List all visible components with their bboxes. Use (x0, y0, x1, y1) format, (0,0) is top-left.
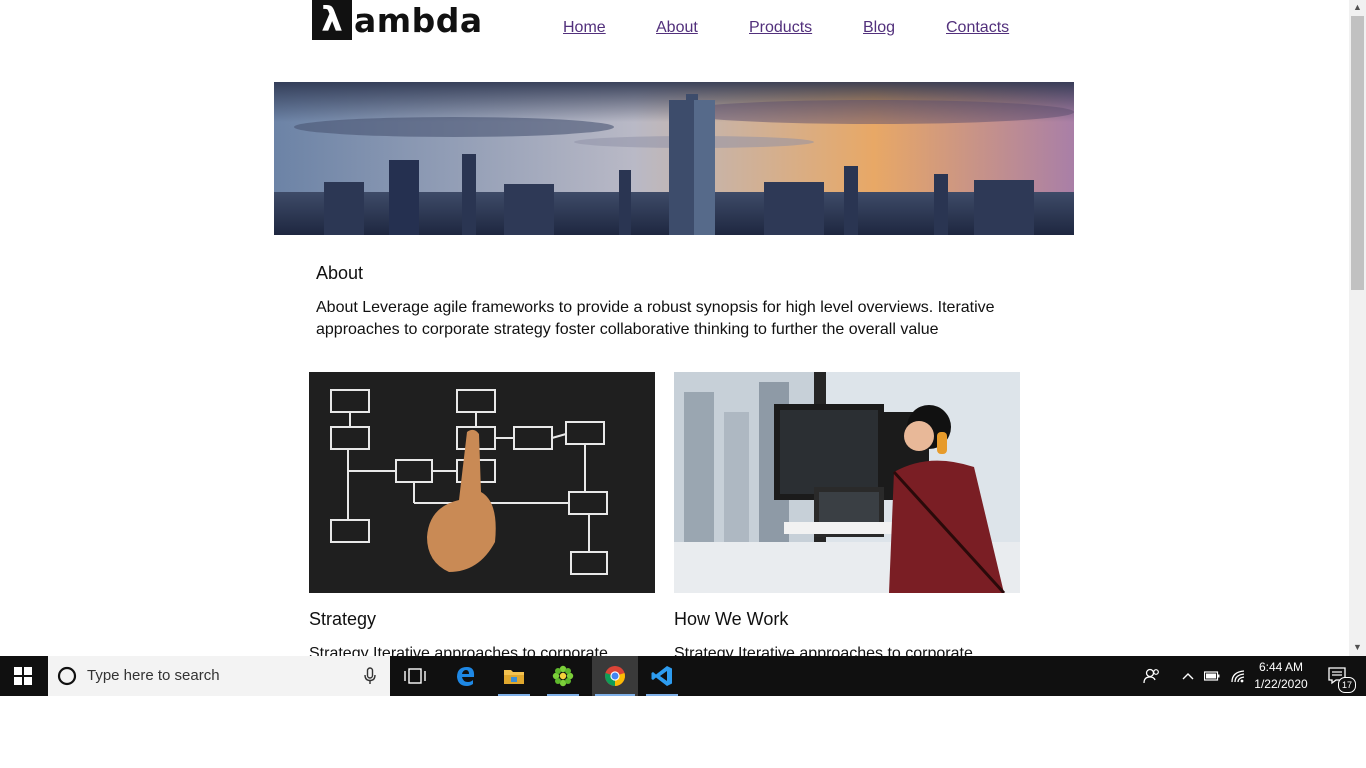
battery-icon (1204, 671, 1220, 681)
how-we-work-card-text: Strategy Iterative approaches to corpora… (674, 645, 973, 656)
clock-date: 1/22/2020 (1254, 677, 1308, 691)
vscode-button[interactable] (642, 656, 682, 696)
scroll-up-arrow-icon[interactable]: ▲ (1352, 2, 1363, 12)
chrome-icon (605, 666, 625, 686)
nav-products-link[interactable]: Products (749, 19, 812, 37)
scroll-down-arrow-icon[interactable]: ▼ (1352, 642, 1363, 652)
show-hidden-icons-button[interactable] (1176, 656, 1200, 696)
people-icon (1143, 668, 1159, 684)
edge-browser-button[interactable] (446, 656, 486, 696)
file-explorer-button[interactable] (494, 656, 534, 696)
nav-contacts-link[interactable]: Contacts (946, 19, 1009, 37)
taskbar-search-box[interactable]: Type here to search (48, 656, 390, 696)
network-button[interactable] (1226, 656, 1250, 696)
nav-blog-link[interactable]: Blog (863, 19, 895, 37)
nav-home-link[interactable]: Home (563, 19, 606, 37)
taskbar-clock[interactable]: 6:44 AM 1/22/2020 (1252, 659, 1310, 693)
task-view-button[interactable] (395, 656, 435, 696)
browser-viewport: λ ambda Home About Products Blog Contact… (0, 0, 1349, 656)
icq-app-button[interactable] (543, 656, 583, 696)
edge-icon (457, 667, 475, 686)
scrollbar-thumb[interactable] (1351, 16, 1364, 290)
windows-taskbar: Type here to search 6:44 AM 1/22/2020 17 (0, 656, 1366, 696)
nav-about-link[interactable]: About (656, 19, 698, 37)
wifi-icon (1231, 670, 1245, 683)
lambda-logo-icon: λ (312, 0, 352, 40)
chrome-browser-button[interactable] (592, 656, 638, 696)
chevron-up-icon (1182, 673, 1194, 680)
below-screen-area (0, 696, 1366, 768)
strategy-card-title: Strategy (309, 609, 377, 629)
folder-icon (504, 670, 524, 684)
how-we-work-card-title: How We Work (674, 609, 789, 629)
site-logo[interactable]: λ ambda (312, 0, 483, 40)
strategy-flowchart-image (309, 372, 655, 593)
vscode-icon (651, 666, 672, 686)
cortana-circle-icon (57, 666, 77, 686)
task-view-icon (404, 668, 426, 684)
about-paragraph: About Leverage agile frameworks to provi… (316, 299, 995, 338)
icq-flower-icon (552, 665, 574, 687)
how-we-work-developer-image (674, 372, 1020, 593)
logo-text: ambda (354, 0, 483, 40)
strategy-card-text: Strategy Iterative approaches to corpora… (309, 645, 608, 656)
battery-button[interactable] (1200, 656, 1224, 696)
clock-time: 6:44 AM (1258, 660, 1304, 674)
microphone-icon[interactable] (364, 667, 376, 685)
action-center-button[interactable]: 17 (1316, 656, 1360, 696)
about-heading: About (316, 263, 364, 283)
windows-start-button[interactable] (0, 656, 46, 696)
people-button[interactable] (1132, 656, 1172, 696)
notification-count-badge: 17 (1338, 677, 1356, 693)
windows-logo-icon (14, 667, 32, 685)
taskbar-search-placeholder: Type here to search (87, 667, 220, 684)
hero-city-skyline-image (274, 82, 1074, 235)
